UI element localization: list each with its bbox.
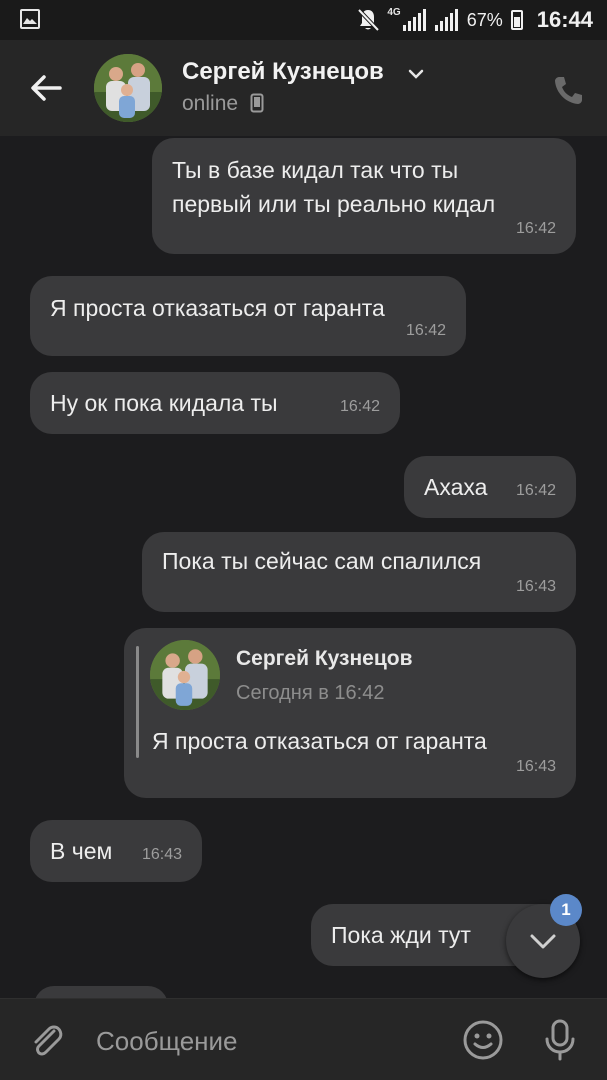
battery-icon — [510, 10, 523, 30]
status-bar: 4G 67% 16:44 — [0, 0, 607, 40]
unread-count-badge: 1 — [550, 894, 582, 926]
phone-icon — [555, 77, 582, 104]
message-list[interactable]: Ты в базе кидал так что ты первый или ты… — [0, 136, 607, 998]
clock: 16:44 — [536, 7, 593, 32]
network-type: 4G — [387, 6, 401, 18]
back-button[interactable] — [22, 64, 70, 112]
message-bubble-outgoing[interactable]: Ахаха 16:42 — [404, 456, 576, 518]
message-time: 16:42 — [515, 220, 556, 237]
microphone-icon — [545, 1019, 575, 1061]
reply-text: Я проста отказаться от гаранта — [152, 728, 487, 754]
avatar-photo — [94, 54, 162, 122]
message-bubble-incoming[interactable]: Ну ок пока кидала ты 16:42 — [30, 372, 400, 434]
image-icon — [20, 9, 40, 29]
call-button[interactable] — [548, 70, 588, 110]
attach-button[interactable] — [24, 1017, 70, 1063]
signal-icon — [402, 9, 426, 31]
message-time: 16:43 — [515, 578, 556, 595]
message-time: 16:43 — [515, 758, 556, 775]
message-bubble-incoming[interactable] — [34, 986, 168, 998]
chat-header: Сергей Кузнецов online — [0, 40, 607, 136]
reply-quote-bar — [136, 646, 139, 758]
message-bubble-outgoing[interactable]: Пока ты сейчас сам спалился 16:43 — [142, 532, 576, 612]
voice-message-button[interactable] — [536, 1015, 584, 1065]
message-bubble-incoming[interactable]: Я проста отказаться от гаранта 16:42 — [30, 276, 466, 356]
contact-status: online — [182, 92, 264, 116]
reply-author-avatar — [150, 640, 220, 710]
message-text: первый или ты реально кидал — [172, 191, 496, 217]
reply-date: Сегодня в 16:42 — [236, 682, 385, 704]
message-time: 16:42 — [339, 398, 380, 415]
paperclip-icon — [34, 1025, 63, 1056]
avatar[interactable] — [94, 54, 162, 122]
emoji-icon — [463, 1020, 503, 1060]
message-time: 16:42 — [515, 482, 556, 499]
back-arrow-icon — [31, 75, 62, 101]
battery-percent: 67% — [466, 9, 503, 30]
message-text: Ты в базе кидал так что ты — [172, 157, 459, 183]
message-text: Ну ок пока кидала ты — [50, 390, 278, 416]
mobile-device-icon — [250, 93, 264, 113]
message-input[interactable] — [96, 1019, 436, 1063]
chevron-down-icon[interactable] — [406, 64, 426, 84]
message-time: 16:42 — [405, 322, 446, 339]
avatar-photo — [150, 640, 220, 710]
contact-name[interactable]: Сергей Кузнецов — [182, 58, 384, 86]
message-bubble-outgoing-reply[interactable]: Сергей Кузнецов Сегодня в 16:42 Я проста… — [124, 628, 576, 798]
message-time: 16:43 — [141, 846, 182, 863]
status-indicators: 4G 67% 16:44 — [357, 6, 593, 34]
reply-author: Сергей Кузнецов — [236, 647, 413, 670]
message-text: Пока ты сейчас сам спалился — [162, 548, 482, 574]
emoji-button[interactable] — [460, 1017, 506, 1063]
status-text: online — [182, 92, 239, 115]
message-bubble-incoming[interactable]: В чем 16:43 — [30, 820, 202, 882]
bell-off-icon — [357, 8, 380, 32]
message-composer — [0, 998, 607, 1080]
message-text: Я проста отказаться от гаранта — [50, 295, 385, 321]
signal-icon — [434, 9, 458, 31]
message-bubble-outgoing[interactable]: Ты в базе кидал так что ты первый или ты… — [152, 138, 576, 254]
